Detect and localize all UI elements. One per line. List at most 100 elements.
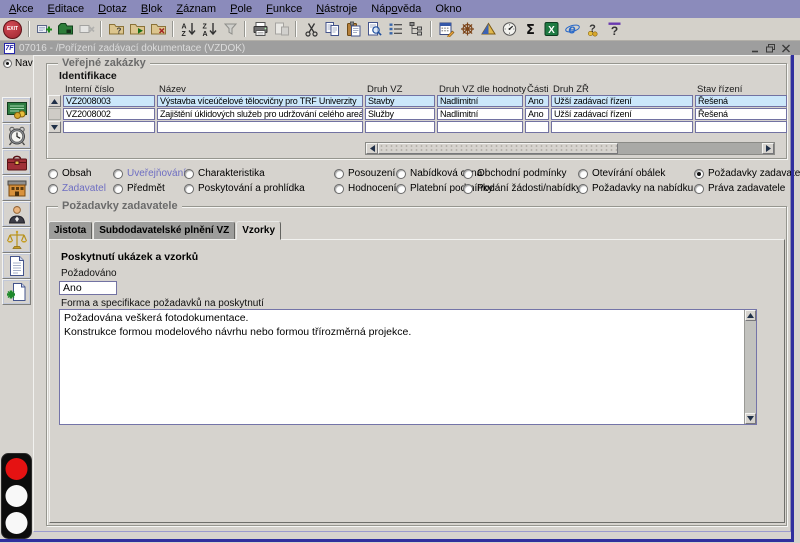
nav-document-new-button[interactable]: [2, 279, 31, 305]
cut-button[interactable]: [301, 20, 321, 39]
calendar-button[interactable]: [436, 20, 456, 39]
nav-alarm-clock-button[interactable]: [2, 123, 31, 149]
menu-item-napoveda[interactable]: Nápověda: [364, 2, 428, 16]
record-scroll-up-button[interactable]: [48, 95, 61, 107]
tab-jistota[interactable]: Jistota: [48, 221, 93, 240]
cell-druh-zr[interactable]: Užší zadávací řízení: [551, 95, 693, 107]
section-radio-zadavatel[interactable]: Zadavatel: [48, 183, 106, 194]
nav-scales-button[interactable]: [2, 227, 31, 253]
nav-scoreboard-button[interactable]: [2, 97, 31, 123]
sort-descending-button[interactable]: ZA: [199, 20, 219, 39]
scrollbar-track[interactable]: [618, 143, 762, 154]
nav-building-button[interactable]: [2, 175, 31, 201]
menu-item-pole[interactable]: Pole: [223, 2, 259, 16]
nav-toolbox-button[interactable]: [2, 149, 31, 175]
browser-button[interactable]: e: [562, 20, 582, 39]
cell-interni-cislo[interactable]: VZ2008002: [63, 108, 155, 120]
prism-button[interactable]: [478, 20, 498, 39]
section-radio-hodnoceni[interactable]: Hodnocení: [334, 183, 396, 194]
menu-item-dotaz[interactable]: Dotaz: [91, 2, 134, 16]
save-button[interactable]: [55, 20, 75, 39]
scroll-down-button[interactable]: [745, 413, 756, 424]
scrollbar-track[interactable]: [745, 321, 756, 413]
scrollbar-thumb[interactable]: [378, 143, 618, 154]
cell-stav-rizeni[interactable]: [695, 121, 787, 133]
menu-item-funkce[interactable]: Funkce: [259, 2, 309, 16]
list-values-button[interactable]: [385, 20, 405, 39]
section-radio-otevirani-obalek[interactable]: Otevírání obálek: [578, 168, 665, 179]
menu-item-akce[interactable]: Akce: [2, 2, 40, 16]
sort-ascending-button[interactable]: AZ: [178, 20, 198, 39]
section-radio-obchodni-podminky[interactable]: Obchodní podmínky: [463, 168, 567, 179]
section-radio-pozadavky-na-nabidku[interactable]: Požadavky na nabídku: [578, 183, 693, 194]
menu-item-blok[interactable]: Blok: [134, 2, 169, 16]
section-radio-uverejnovani[interactable]: Uveřejňování: [113, 168, 186, 179]
tab-vzorky[interactable]: Vzorky: [236, 221, 282, 240]
section-radio-charakteristika[interactable]: Charakteristika: [184, 168, 265, 179]
tab-subdodavatelske-plneni-vz[interactable]: Subdodavatelské plnění VZ: [93, 221, 236, 240]
nav-document-button[interactable]: [2, 253, 31, 279]
section-radio-predmet[interactable]: Předmět: [113, 183, 165, 194]
menu-item-editace[interactable]: Editace: [40, 2, 91, 16]
cell-druh-vz[interactable]: Stavby: [365, 95, 435, 107]
window-help-button[interactable]: ?: [604, 20, 624, 39]
cell-druh-zr[interactable]: Užší zadávací řízení: [551, 108, 693, 120]
cell-druh-vz[interactable]: [365, 121, 435, 133]
print-button[interactable]: [250, 20, 270, 39]
cell-nazev[interactable]: Zajištění úklidových služeb pro udržován…: [157, 108, 363, 120]
exit-button[interactable]: EXIT: [3, 19, 22, 39]
cell-druh-vz-dle-hodnoty[interactable]: [437, 121, 523, 133]
cell-nazev[interactable]: [157, 121, 363, 133]
section-radio-pozadavky-zadavatele[interactable]: Požadavky zadavatele: [694, 168, 800, 179]
scroll-left-button[interactable]: [366, 143, 378, 154]
nav-person-button[interactable]: [2, 201, 31, 227]
cell-interni-cislo[interactable]: [63, 121, 155, 133]
cancel-query-button[interactable]: [148, 20, 168, 39]
print-preview-button[interactable]: [271, 20, 291, 39]
section-radio-posouzeni[interactable]: Posouzení: [334, 168, 395, 179]
summation-button[interactable]: Σ: [520, 20, 540, 39]
cell-interni-cislo[interactable]: VZ2008003: [63, 95, 155, 107]
cell-druh-zr[interactable]: [551, 121, 693, 133]
navigator-wheel-button[interactable]: [457, 20, 477, 39]
cell-casti[interactable]: Ano: [525, 108, 549, 120]
record-scroll-down-button[interactable]: [48, 121, 61, 133]
menu-item-zaznam[interactable]: Záznam: [169, 2, 223, 16]
table-horizontal-scrollbar[interactable]: [365, 142, 775, 155]
cell-nazev[interactable]: Výstavba víceúčelové tělocvičny pro TRF …: [157, 95, 363, 107]
menu-item-okno[interactable]: Okno: [428, 2, 468, 16]
tree-view-button[interactable]: [406, 20, 426, 39]
forma-text[interactable]: Požadována veškerá fotodokumentace. Kons…: [60, 310, 744, 424]
cell-druh-vz[interactable]: Služby: [365, 108, 435, 120]
textarea-scrollbar[interactable]: [744, 310, 756, 424]
minimize-button[interactable]: [750, 43, 762, 54]
section-radio-podani-zadosti-nabidky[interactable]: Podání žádosti/nabídky: [463, 183, 581, 194]
menu-item-nastroje[interactable]: Nástroje: [309, 2, 364, 16]
restore-button[interactable]: [765, 43, 777, 54]
rollback-button[interactable]: [76, 20, 96, 39]
gauge-button[interactable]: [499, 20, 519, 39]
paste-button[interactable]: [343, 20, 363, 39]
forma-textarea[interactable]: Požadována veškerá fotodokumentace. Kons…: [59, 309, 757, 425]
execute-query-button[interactable]: [127, 20, 147, 39]
enter-query-button[interactable]: ?: [106, 20, 126, 39]
cell-druh-vz-dle-hodnoty[interactable]: Nadlimitní: [437, 95, 523, 107]
cell-stav-rizeni[interactable]: Řešená: [695, 108, 787, 120]
help-topics-button[interactable]: ?: [583, 20, 603, 39]
close-button[interactable]: [780, 43, 792, 54]
commit-button[interactable]: [34, 20, 54, 39]
pozadovano-input[interactable]: [59, 281, 117, 295]
scroll-up-button[interactable]: [745, 310, 756, 321]
cell-casti[interactable]: Ano: [525, 95, 549, 107]
find-button[interactable]: [364, 20, 384, 39]
cell-casti[interactable]: [525, 121, 549, 133]
cell-druh-vz-dle-hodnoty[interactable]: Nadlimitní: [437, 108, 523, 120]
section-radio-obsah[interactable]: Obsah: [48, 168, 91, 179]
cell-stav-rizeni[interactable]: Řešená: [695, 95, 787, 107]
section-radio-poskytovani-a-prohlidka[interactable]: Poskytování a prohlídka: [184, 183, 305, 194]
copy-button[interactable]: [322, 20, 342, 39]
filter-button[interactable]: [220, 20, 240, 39]
spreadsheet-export-button[interactable]: X: [541, 20, 561, 39]
nav-toggle[interactable]: Nav: [3, 58, 33, 69]
scroll-right-button[interactable]: [762, 143, 774, 154]
